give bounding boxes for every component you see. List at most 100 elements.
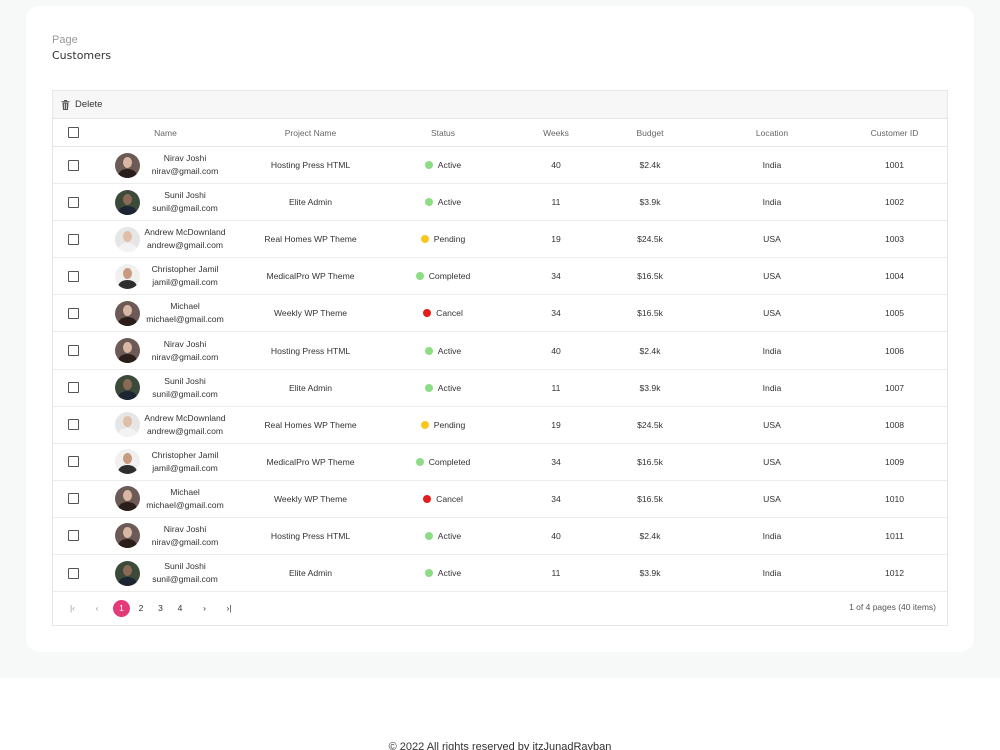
grid-header: Name Project Name Status Weeks Budget Lo… [53, 119, 947, 147]
delete-button[interactable]: Delete [61, 99, 102, 110]
pagination-info: 1 of 4 pages (40 items) [849, 602, 936, 613]
page-button-3[interactable]: 3 [152, 600, 169, 617]
table-row[interactable]: Andrew McDownland andrew@gmail.com Real … [53, 221, 947, 259]
project-name: Real Homes WP Theme [264, 234, 357, 245]
project-name: Weekly WP Theme [273, 308, 348, 319]
avatar [115, 189, 140, 215]
table-row[interactable]: Andrew McDownland andrew@gmail.com Real … [53, 407, 947, 444]
row-checkbox[interactable] [67, 307, 79, 319]
customer-email: andrew@gmail.com [146, 425, 224, 436]
row-checkbox[interactable] [67, 530, 79, 542]
customer-id: 1005 [884, 308, 905, 319]
avatar [115, 412, 140, 438]
budget: $24.5k [637, 419, 663, 430]
budget: $3.9k [639, 197, 661, 208]
project-name: Hosting Press HTML [270, 345, 351, 356]
table-row[interactable]: Christopher Jamil jamil@gmail.com Medica… [53, 258, 947, 296]
budget: $24.5k [637, 234, 663, 245]
row-checkbox[interactable] [67, 196, 79, 208]
row-checkbox[interactable] [67, 233, 79, 245]
next-page-button[interactable]: › [196, 600, 213, 617]
location: USA [763, 308, 781, 319]
project-name: Elite Admin [289, 568, 332, 579]
customer-id: 1004 [884, 271, 905, 282]
weeks: 11 [551, 197, 561, 208]
table-row[interactable]: Michael michael@gmail.com Weekly WP Them… [53, 295, 947, 333]
table-row[interactable]: Sunil Joshi sunil@gmail.com Elite Admin … [53, 184, 947, 222]
location: USA [763, 493, 781, 504]
row-checkbox[interactable] [67, 493, 79, 505]
table-row[interactable]: Nirav Joshi nirav@gmail.com Hosting Pres… [53, 518, 947, 556]
header-budget[interactable]: Budget [609, 128, 691, 138]
row-select-cell [53, 493, 93, 505]
header-status[interactable]: Status [383, 128, 503, 138]
budget: $2.4k [639, 160, 661, 171]
row-checkbox[interactable] [67, 382, 79, 394]
customer-name: Christopher Jamil [151, 264, 219, 275]
row-checkbox[interactable] [67, 159, 79, 171]
trash-icon [61, 99, 70, 110]
content-card: Page Customers Delete Name Project Name [26, 6, 974, 652]
customer-cell: Michael michael@gmail.com [93, 300, 238, 326]
customer-cell: Sunil Joshi sunil@gmail.com [93, 189, 238, 215]
grid-body: Nirav Joshi nirav@gmail.com Hosting Pres… [53, 147, 947, 593]
budget: $16.5k [637, 308, 663, 319]
customer-name: Michael [170, 486, 200, 497]
status-dot-icon [424, 346, 433, 355]
row-select-cell [53, 530, 93, 542]
status-badge: Completed [428, 271, 471, 282]
weeks: 34 [551, 493, 561, 504]
location: USA [763, 234, 781, 245]
header-customer-id[interactable]: Customer ID [853, 128, 936, 138]
customer-id: 1010 [884, 493, 905, 504]
table-row[interactable]: Nirav Joshi nirav@gmail.com Hosting Pres… [53, 332, 947, 370]
project-name: Real Homes WP Theme [264, 419, 357, 430]
table-row[interactable]: Michael michael@gmail.com Weekly WP Them… [53, 481, 947, 518]
header-weeks[interactable]: Weeks [503, 128, 609, 138]
customer-email: sunil@gmail.com [152, 203, 218, 214]
delete-label: Delete [75, 99, 103, 110]
status-cell: Active [383, 197, 503, 207]
table-row[interactable]: Nirav Joshi nirav@gmail.com Hosting Pres… [53, 147, 947, 185]
location: USA [763, 271, 781, 282]
table-row[interactable]: Sunil Joshi sunil@gmail.com Elite Admin … [53, 370, 947, 407]
header-location[interactable]: Location [691, 128, 853, 138]
customer-email: michael@gmail.com [146, 314, 224, 325]
row-checkbox[interactable] [67, 567, 79, 579]
row-checkbox[interactable] [67, 270, 79, 282]
page-button-2[interactable]: 2 [133, 600, 150, 617]
avatar [115, 263, 140, 289]
status-cell: Active [383, 531, 503, 541]
customer-id: 1003 [884, 234, 905, 245]
select-all-checkbox[interactable] [67, 127, 79, 138]
table-row[interactable]: Sunil Joshi sunil@gmail.com Elite Admin … [53, 555, 947, 593]
grid-toolbar: Delete [53, 91, 947, 119]
table-row[interactable]: Christopher Jamil jamil@gmail.com Medica… [53, 444, 947, 481]
header-name[interactable]: Name [93, 128, 238, 138]
customer-name: Andrew McDownland [144, 412, 226, 423]
breadcrumb: Page Customers [52, 34, 111, 62]
customer-email: andrew@gmail.com [146, 240, 224, 251]
weeks: 34 [551, 308, 561, 319]
status-dot-icon [420, 235, 429, 244]
row-checkbox[interactable] [67, 456, 79, 468]
page-button-4[interactable]: 4 [172, 600, 189, 617]
customer-cell: Christopher Jamil jamil@gmail.com [93, 449, 238, 475]
customer-name: Andrew McDownland [144, 227, 226, 238]
prev-page-button[interactable]: ‹ [89, 600, 106, 617]
status-cell: Pending [383, 420, 503, 430]
row-select-cell [53, 196, 93, 208]
budget: $2.4k [639, 530, 661, 541]
customer-name: Michael [170, 301, 200, 312]
project-name: Weekly WP Theme [273, 493, 348, 504]
last-page-button[interactable]: ›| [221, 600, 238, 617]
header-project[interactable]: Project Name [238, 128, 383, 138]
customer-email: nirav@gmail.com [151, 351, 219, 362]
footer: © 2022 All rights reserved by itzJunadRa… [0, 678, 1000, 750]
first-page-button[interactable]: |‹ [64, 600, 81, 617]
row-select-cell [53, 567, 93, 579]
row-checkbox[interactable] [67, 419, 79, 431]
page-button-1[interactable]: 1 [113, 599, 130, 617]
location: India [762, 197, 782, 208]
row-checkbox[interactable] [67, 345, 79, 357]
